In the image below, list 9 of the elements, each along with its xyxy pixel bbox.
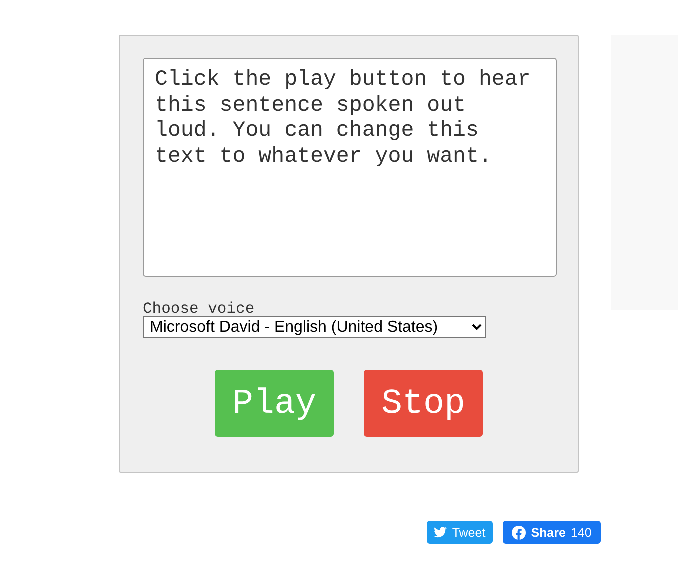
text-input-field[interactable]: Click the play button to hear this sentence spoken out loud. You can change this text to whatever you want. — [143, 58, 557, 277]
tweet-button[interactable]: Tweet — [427, 521, 493, 544]
facebook-icon — [512, 526, 526, 540]
voice-label: Choose voice — [143, 300, 256, 318]
play-button[interactable]: Play — [215, 370, 334, 437]
share-button[interactable]: Share 140 — [503, 521, 601, 544]
stop-button[interactable]: Stop — [364, 370, 483, 437]
bird-icon — [434, 527, 448, 538]
voice-select[interactable]: Microsoft David - English (United States) — [143, 316, 486, 338]
